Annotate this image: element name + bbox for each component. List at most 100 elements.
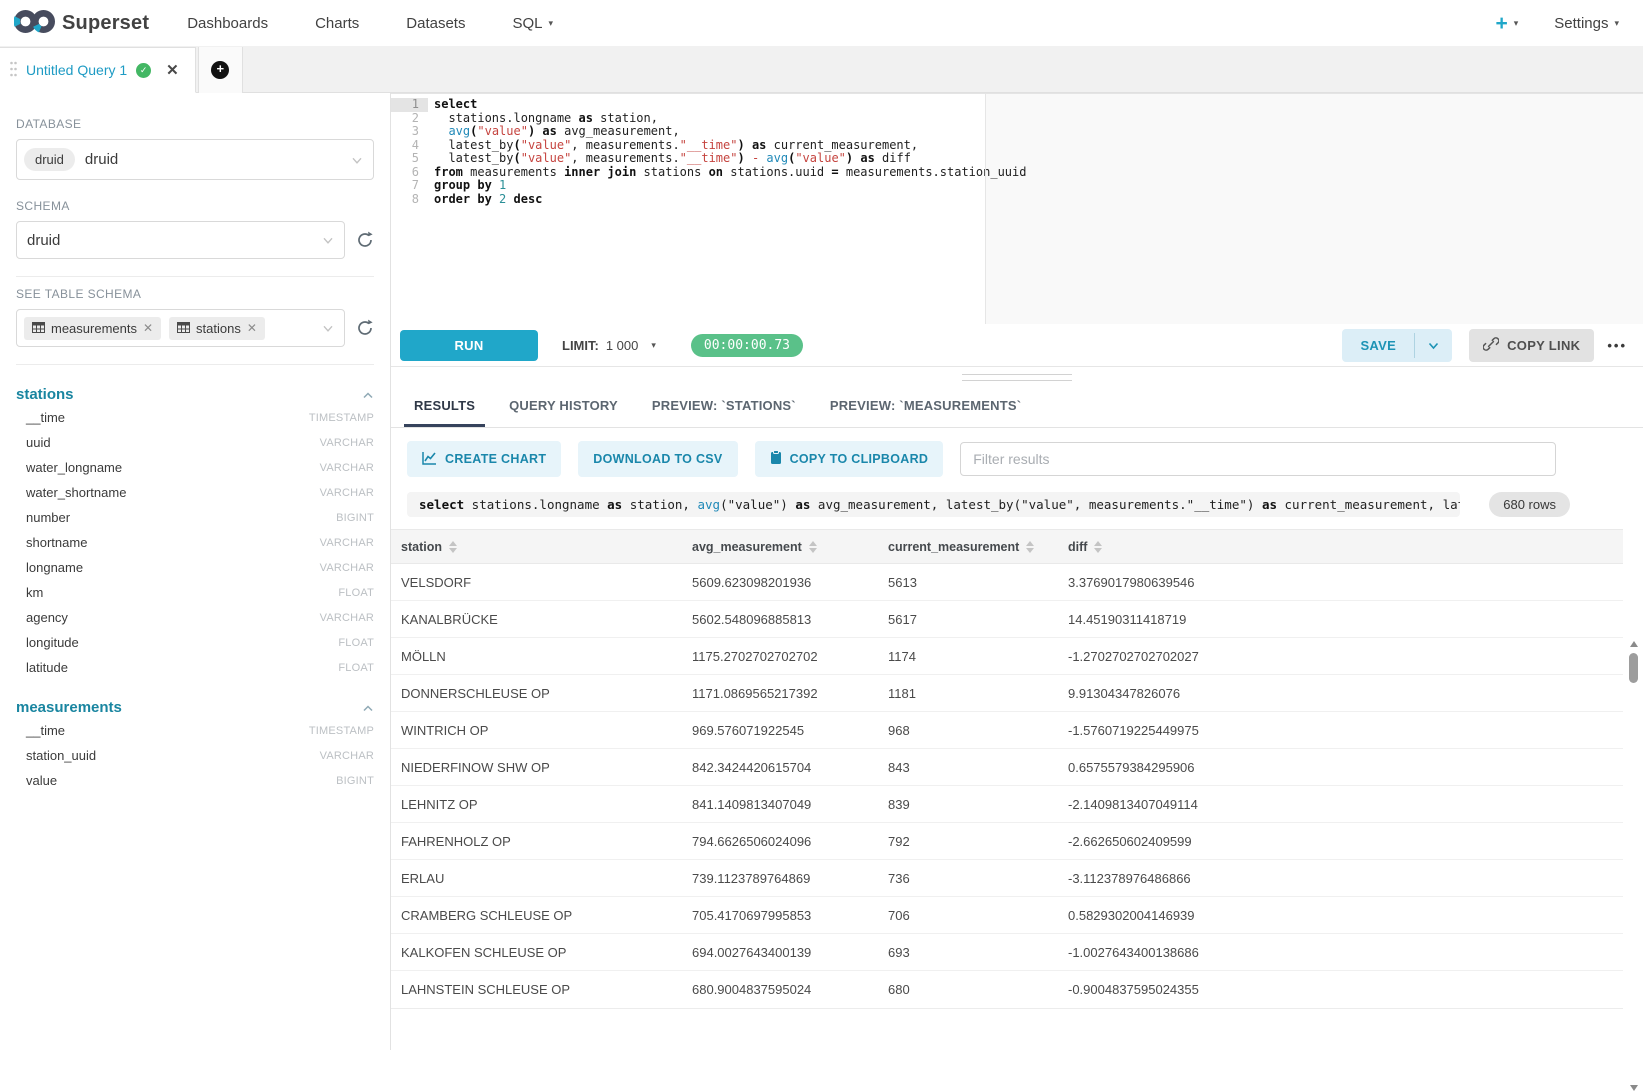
results-tab-preview-stations[interactable]: PREVIEW: `STATIONS`: [642, 387, 806, 427]
close-icon[interactable]: ✕: [166, 61, 179, 79]
brand[interactable]: Superset: [14, 8, 149, 38]
editor-line: 7group by 1: [391, 179, 1643, 193]
schema-column-row: numberBIGINT: [16, 507, 374, 528]
table-row: CRAMBERG SCHLEUSE OP705.4170697995853706…: [391, 897, 1623, 934]
column-header-current_measurement[interactable]: current_measurement: [878, 540, 1058, 554]
table-cell: 9.91304347826076: [1058, 686, 1623, 701]
results-tab-results[interactable]: RESULTS: [404, 387, 485, 427]
table-row: WINTRICH OP969.576071922545968-1.5760719…: [391, 712, 1623, 749]
table-cell: 5609.623098201936: [682, 575, 878, 590]
new-menu-button[interactable]: + ▾: [1495, 13, 1518, 34]
results-table-header: stationavg_measurementcurrent_measuremen…: [391, 529, 1623, 564]
results-tab-query-history[interactable]: QUERY HISTORY: [499, 387, 628, 427]
column-name: value: [26, 773, 57, 788]
results-tab-preview-measurements[interactable]: PREVIEW: `MEASUREMENTS`: [820, 387, 1031, 427]
query-preview-text: select stations.longname as station, avg…: [407, 492, 1460, 517]
table-schema-select[interactable]: measurements✕stations✕: [16, 309, 345, 347]
nav-item-sql[interactable]: SQL ▾: [512, 15, 553, 32]
schema-table-header[interactable]: measurements: [16, 699, 374, 716]
column-name: km: [26, 585, 43, 600]
scrollbar-thumb[interactable]: [1629, 653, 1638, 683]
line-number: 5: [391, 152, 428, 166]
query-timer-badge: 00:00:00.73: [691, 334, 803, 357]
column-type: FLOAT: [338, 587, 374, 599]
table-cell: -0.9004837595024355: [1058, 982, 1623, 997]
results-tab-bar: RESULTS QUERY HISTORY PREVIEW: `STATIONS` P…: [391, 387, 1643, 428]
table-cell: 968: [878, 723, 1058, 738]
table-cell: 1171.0869565217392: [682, 686, 878, 701]
table-row: ERLAU739.1123789764869736-3.112378976486…: [391, 860, 1623, 897]
table-cell: -1.2702702702702027: [1058, 649, 1623, 664]
column-header-diff[interactable]: diff: [1058, 540, 1623, 554]
table-row: LEHNITZ OP841.1409813407049839-2.1409813…: [391, 786, 1623, 823]
copy-link-button[interactable]: COPY LINK: [1469, 329, 1594, 362]
schema-column-row: longitudeFLOAT: [16, 632, 374, 653]
panel-splitter[interactable]: [391, 366, 1643, 387]
column-type: TIMESTAMP: [309, 412, 374, 424]
settings-menu-button[interactable]: Settings ▾: [1554, 15, 1619, 32]
results-scrollbar[interactable]: [1627, 641, 1640, 1091]
table-icon: [177, 321, 190, 336]
query-tab-bar: Untitled Query 1 ✓ ✕ +: [0, 46, 1643, 93]
remove-chip-icon[interactable]: ✕: [143, 321, 153, 335]
create-chart-button[interactable]: CREATE CHART: [407, 441, 561, 477]
sql-editor[interactable]: 1select2 stations.longname as station,3 …: [391, 93, 1643, 324]
run-button[interactable]: RUN: [400, 330, 538, 361]
add-query-tab-button[interactable]: +: [198, 47, 243, 93]
table-row: KANALBRÜCKE5602.548096885813561714.45190…: [391, 601, 1623, 638]
drag-dots-icon: [10, 61, 17, 80]
query-tab-active[interactable]: Untitled Query 1 ✓ ✕: [0, 47, 196, 93]
schema-table-header[interactable]: stations: [16, 386, 374, 403]
table-cell: 706: [878, 908, 1058, 923]
table-cell: 693: [878, 945, 1058, 960]
scroll-up-icon[interactable]: [1630, 641, 1638, 647]
refresh-schema-icon[interactable]: [356, 231, 374, 249]
table-cell: 841.1409813407049: [682, 797, 878, 812]
save-button[interactable]: SAVE: [1342, 329, 1414, 362]
schema-column-row: water_longnameVARCHAR: [16, 457, 374, 478]
column-type: VARCHAR: [320, 487, 374, 499]
table-cell: 1175.2702702702702: [682, 649, 878, 664]
save-options-button[interactable]: [1415, 329, 1452, 362]
table-chip-label: stations: [196, 321, 241, 336]
remove-chip-icon[interactable]: ✕: [247, 321, 257, 335]
nav-item-dashboards[interactable]: Dashboards: [187, 15, 268, 32]
database-select[interactable]: druid druid: [16, 139, 374, 180]
schema-value: druid: [27, 232, 60, 249]
limit-dropdown[interactable]: LIMIT: 1 000 ▾: [562, 338, 656, 353]
schema-table-name: stations: [16, 386, 74, 403]
line-number: 3: [391, 125, 428, 139]
chevron-up-icon[interactable]: [362, 700, 374, 716]
column-header-station[interactable]: station: [391, 540, 682, 554]
table-cell: -2.662650602409599: [1058, 834, 1623, 849]
table-cell: -1.5760719225449975: [1058, 723, 1623, 738]
column-name: station_uuid: [26, 748, 96, 763]
schema-select[interactable]: druid: [16, 221, 345, 259]
scroll-down-icon[interactable]: [1630, 1085, 1638, 1091]
schema-column-row: __timeTIMESTAMP: [16, 720, 374, 741]
line-number: 6: [391, 166, 428, 180]
table-icon: [32, 321, 45, 336]
more-options-button[interactable]: •••: [1607, 338, 1627, 353]
table-cell: 843: [878, 760, 1058, 775]
save-button-group: SAVE: [1342, 329, 1452, 362]
editor-line: 5 latest_by("value", measurements."__tim…: [391, 152, 1643, 166]
line-number: 7: [391, 179, 428, 193]
column-header-avg_measurement[interactable]: avg_measurement: [682, 540, 878, 554]
filter-results-input[interactable]: [960, 442, 1556, 476]
refresh-tables-icon[interactable]: [356, 319, 374, 337]
download-to-csv-button[interactable]: DOWNLOAD TO CSV: [578, 441, 737, 477]
column-type: FLOAT: [338, 662, 374, 674]
copy-to-clipboard-button[interactable]: COPY TO CLIPBOARD: [755, 441, 944, 477]
column-name: longitude: [26, 635, 79, 650]
brand-name: Superset: [62, 12, 149, 35]
schema-tables: stations__timeTIMESTAMPuuidVARCHARwater_…: [16, 386, 374, 791]
nav-item-charts[interactable]: Charts: [315, 15, 359, 32]
database-chip: druid: [24, 148, 75, 171]
nav-item-datasets[interactable]: Datasets: [406, 15, 465, 32]
chevron-down-icon: [322, 233, 334, 249]
schema-column-row: agencyVARCHAR: [16, 607, 374, 628]
sidebar-divider: [16, 276, 374, 277]
chevron-up-icon[interactable]: [362, 387, 374, 403]
column-name: __time: [26, 723, 65, 738]
